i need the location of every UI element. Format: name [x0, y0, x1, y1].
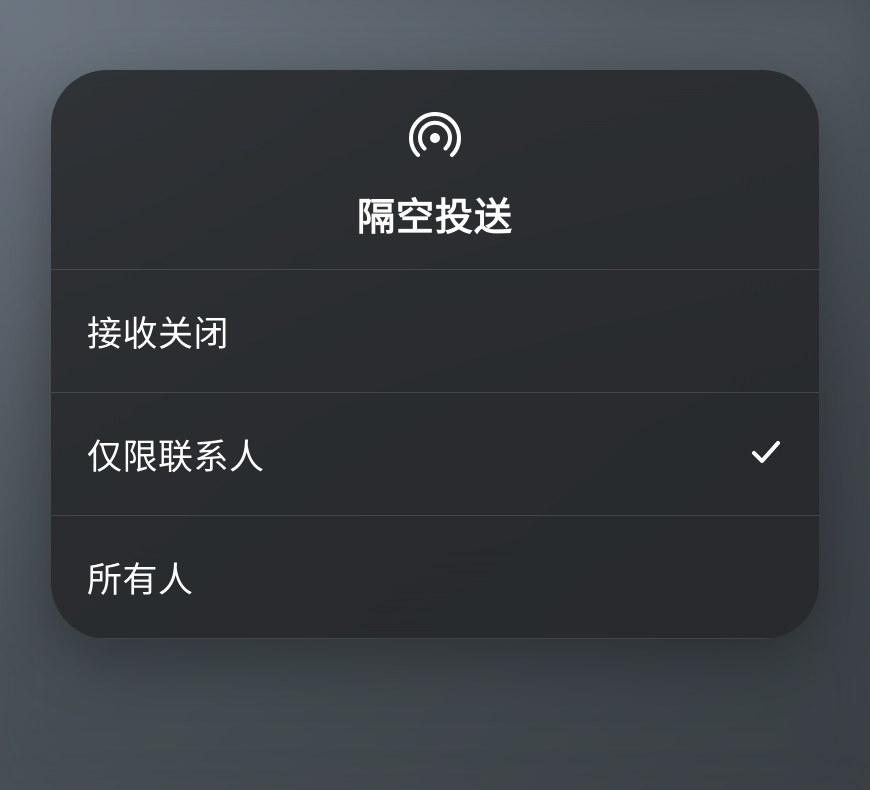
airdrop-icon [405, 108, 465, 168]
checkmark-icon [749, 435, 783, 474]
option-receiving-off[interactable]: 接收关闭 [51, 270, 819, 393]
panel-title: 隔空投送 [357, 186, 513, 241]
options-list: 接收关闭 仅限联系人 所有人 [51, 270, 819, 639]
option-everyone[interactable]: 所有人 [51, 516, 819, 639]
option-contacts-only[interactable]: 仅限联系人 [51, 393, 819, 516]
option-label: 所有人 [87, 552, 194, 603]
option-label: 接收关闭 [87, 306, 229, 357]
option-label: 仅限联系人 [87, 429, 265, 480]
airdrop-settings-panel: 隔空投送 接收关闭 仅限联系人 所有人 [51, 70, 819, 639]
panel-header: 隔空投送 [51, 70, 819, 270]
